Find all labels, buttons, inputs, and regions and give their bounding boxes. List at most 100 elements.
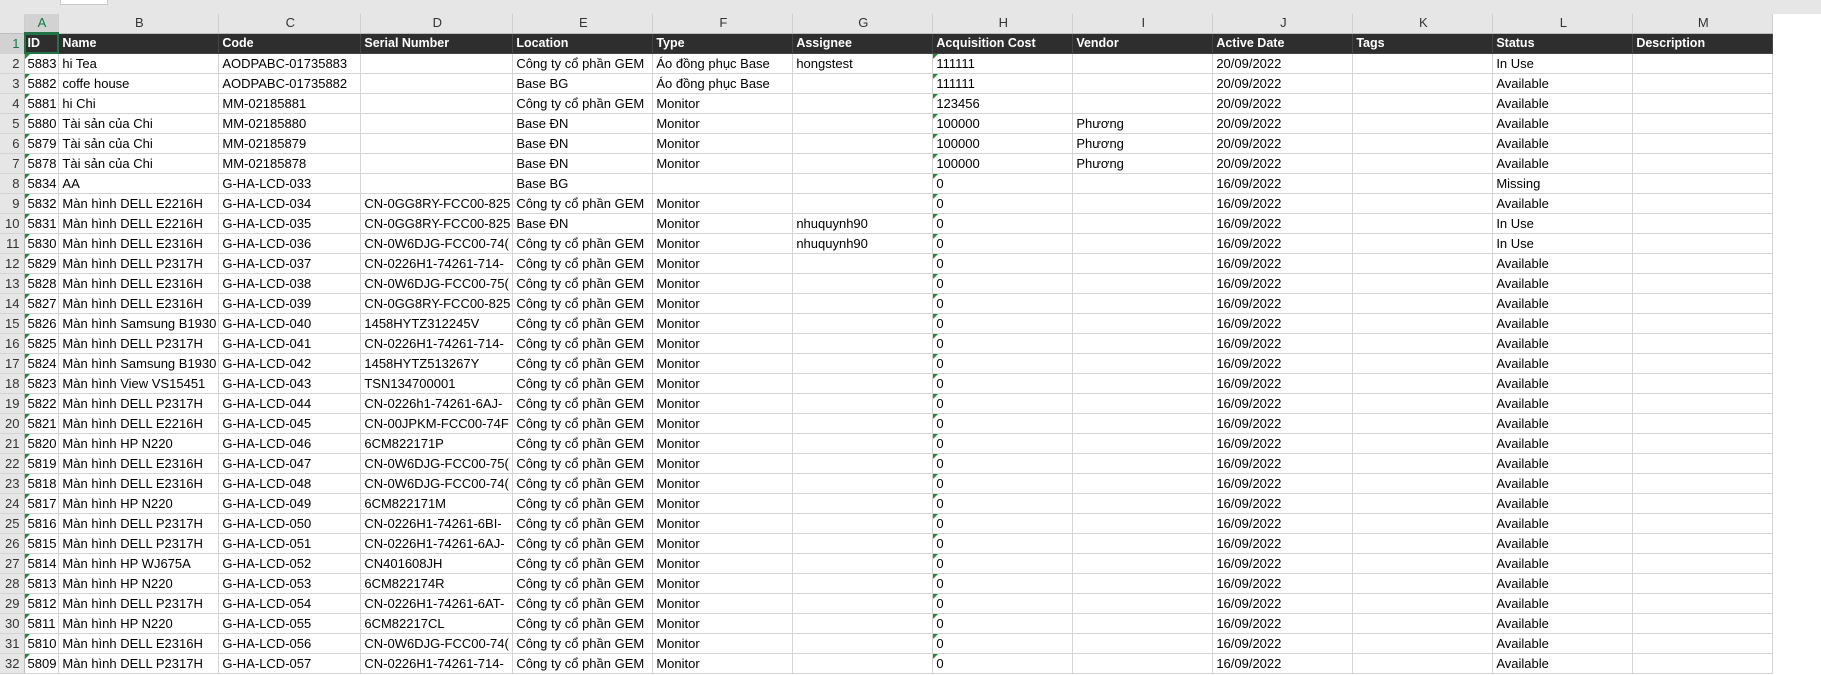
table-cell[interactable]: 16/09/2022 <box>1212 633 1354 654</box>
table-cell[interactable] <box>1352 373 1494 394</box>
table-cell[interactable]: 0 <box>932 373 1074 394</box>
table-cell[interactable]: Available <box>1492 133 1634 154</box>
table-cell[interactable]: CN-0W6DJG-FCC00-75( <box>360 273 514 294</box>
table-cell[interactable]: 5812 <box>24 593 60 614</box>
table-cell[interactable]: 20/09/2022 <box>1212 113 1354 134</box>
table-cell[interactable]: nhuquynh90 <box>792 233 934 254</box>
table-cell[interactable]: coffe house <box>58 73 220 94</box>
table-cell[interactable] <box>1072 253 1214 274</box>
table-cell[interactable]: CN-0226H1-74261-6AT- <box>360 593 514 614</box>
table-cell[interactable]: Base ĐN <box>512 113 654 134</box>
row-number[interactable]: 6 <box>0 133 25 154</box>
table-cell[interactable]: 20/09/2022 <box>1212 93 1354 114</box>
table-cell[interactable]: 123456 <box>932 93 1074 114</box>
table-cell[interactable]: Monitor <box>652 593 794 614</box>
table-cell[interactable]: 5881 <box>24 93 60 114</box>
table-cell[interactable] <box>792 353 934 374</box>
table-cell[interactable]: Công ty cổ phần GEM <box>512 553 654 574</box>
table-cell[interactable] <box>1352 613 1494 634</box>
table-cell[interactable]: G-HA-LCD-034 <box>218 193 362 214</box>
row-number[interactable]: 11 <box>0 233 25 254</box>
table-cell[interactable]: 5823 <box>24 373 60 394</box>
table-cell[interactable]: G-HA-LCD-041 <box>218 333 362 354</box>
table-cell[interactable]: Monitor <box>652 413 794 434</box>
table-cell[interactable] <box>1632 113 1774 134</box>
table-cell[interactable]: Monitor <box>652 333 794 354</box>
table-cell[interactable]: 5831 <box>24 213 60 234</box>
table-cell[interactable]: 16/09/2022 <box>1212 453 1354 474</box>
table-cell[interactable]: Màn hình HP N220 <box>58 573 220 594</box>
table-cell[interactable]: Màn hình DELL E2316H <box>58 293 220 314</box>
table-cell[interactable]: 5813 <box>24 573 60 594</box>
table-cell[interactable] <box>1352 113 1494 134</box>
table-cell[interactable] <box>1072 433 1214 454</box>
table-cell[interactable] <box>1632 473 1774 494</box>
table-cell[interactable]: G-HA-LCD-042 <box>218 353 362 374</box>
table-cell[interactable] <box>1352 553 1494 574</box>
table-cell[interactable]: 16/09/2022 <box>1212 573 1354 594</box>
table-cell[interactable]: Monitor <box>652 313 794 334</box>
table-cell[interactable] <box>1072 93 1214 114</box>
column-title-cell[interactable]: Code <box>218 33 362 54</box>
row-number[interactable]: 20 <box>0 413 25 434</box>
table-cell[interactable]: 0 <box>932 653 1074 674</box>
table-cell[interactable]: Màn hình DELL E2316H <box>58 633 220 654</box>
column-header-e[interactable]: E <box>512 14 654 34</box>
table-cell[interactable]: 100000 <box>932 113 1074 134</box>
table-cell[interactable]: CN-0226h1-74261-6AJ- <box>360 393 514 414</box>
table-cell[interactable] <box>1632 353 1774 374</box>
table-cell[interactable]: 16/09/2022 <box>1212 353 1354 374</box>
table-cell[interactable]: Phương <box>1072 133 1214 154</box>
table-cell[interactable] <box>1072 513 1214 534</box>
column-title-cell[interactable]: Status <box>1492 33 1634 54</box>
table-cell[interactable] <box>1352 513 1494 534</box>
table-cell[interactable]: Monitor <box>652 293 794 314</box>
table-cell[interactable]: 16/09/2022 <box>1212 593 1354 614</box>
table-cell[interactable]: Available <box>1492 613 1634 634</box>
row-number[interactable]: 26 <box>0 533 25 554</box>
row-number[interactable]: 12 <box>0 253 25 274</box>
table-cell[interactable]: Available <box>1492 253 1634 274</box>
table-cell[interactable] <box>1352 593 1494 614</box>
table-cell[interactable]: G-HA-LCD-037 <box>218 253 362 274</box>
table-cell[interactable]: Màn hình View VS15451 <box>58 373 220 394</box>
table-cell[interactable] <box>1352 573 1494 594</box>
table-cell[interactable]: Công ty cổ phần GEM <box>512 193 654 214</box>
table-cell[interactable]: Available <box>1492 273 1634 294</box>
table-cell[interactable]: 5810 <box>24 633 60 654</box>
table-cell[interactable] <box>1352 293 1494 314</box>
table-cell[interactable] <box>1072 533 1214 554</box>
column-title-cell[interactable]: Acquisition Cost <box>932 33 1074 54</box>
table-cell[interactable] <box>1352 233 1494 254</box>
table-cell[interactable]: Công ty cổ phần GEM <box>512 513 654 534</box>
table-cell[interactable]: Công ty cổ phần GEM <box>512 473 654 494</box>
table-cell[interactable]: Available <box>1492 293 1634 314</box>
table-cell[interactable]: Available <box>1492 333 1634 354</box>
table-cell[interactable]: 0 <box>932 213 1074 234</box>
table-cell[interactable]: Màn hình HP WJ675A <box>58 553 220 574</box>
table-cell[interactable]: Công ty cổ phần GEM <box>512 53 654 74</box>
table-cell[interactable]: Màn hình DELL E2216H <box>58 213 220 234</box>
table-cell[interactable]: MM-02185879 <box>218 133 362 154</box>
table-cell[interactable]: hongstest <box>792 53 934 74</box>
table-cell[interactable] <box>1632 133 1774 154</box>
table-cell[interactable]: Available <box>1492 653 1634 674</box>
table-cell[interactable]: 0 <box>932 613 1074 634</box>
table-cell[interactable]: Available <box>1492 573 1634 594</box>
table-cell[interactable] <box>792 173 934 194</box>
table-cell[interactable]: MM-02185880 <box>218 113 362 134</box>
table-cell[interactable]: CN-0W6DJG-FCC00-74( <box>360 473 514 494</box>
table-cell[interactable]: Monitor <box>652 453 794 474</box>
table-cell[interactable]: 0 <box>932 513 1074 534</box>
table-cell[interactable] <box>1632 613 1774 634</box>
table-cell[interactable]: 6CM822174R <box>360 573 514 594</box>
table-cell[interactable]: 16/09/2022 <box>1212 373 1354 394</box>
table-cell[interactable]: 5811 <box>24 613 60 634</box>
table-cell[interactable] <box>1072 413 1214 434</box>
column-title-cell[interactable]: Serial Number <box>360 33 514 54</box>
table-cell[interactable] <box>1072 493 1214 514</box>
table-cell[interactable]: 5880 <box>24 113 60 134</box>
table-cell[interactable]: Missing <box>1492 173 1634 194</box>
table-cell[interactable]: Công ty cổ phần GEM <box>512 253 654 274</box>
table-cell[interactable]: G-HA-LCD-049 <box>218 493 362 514</box>
